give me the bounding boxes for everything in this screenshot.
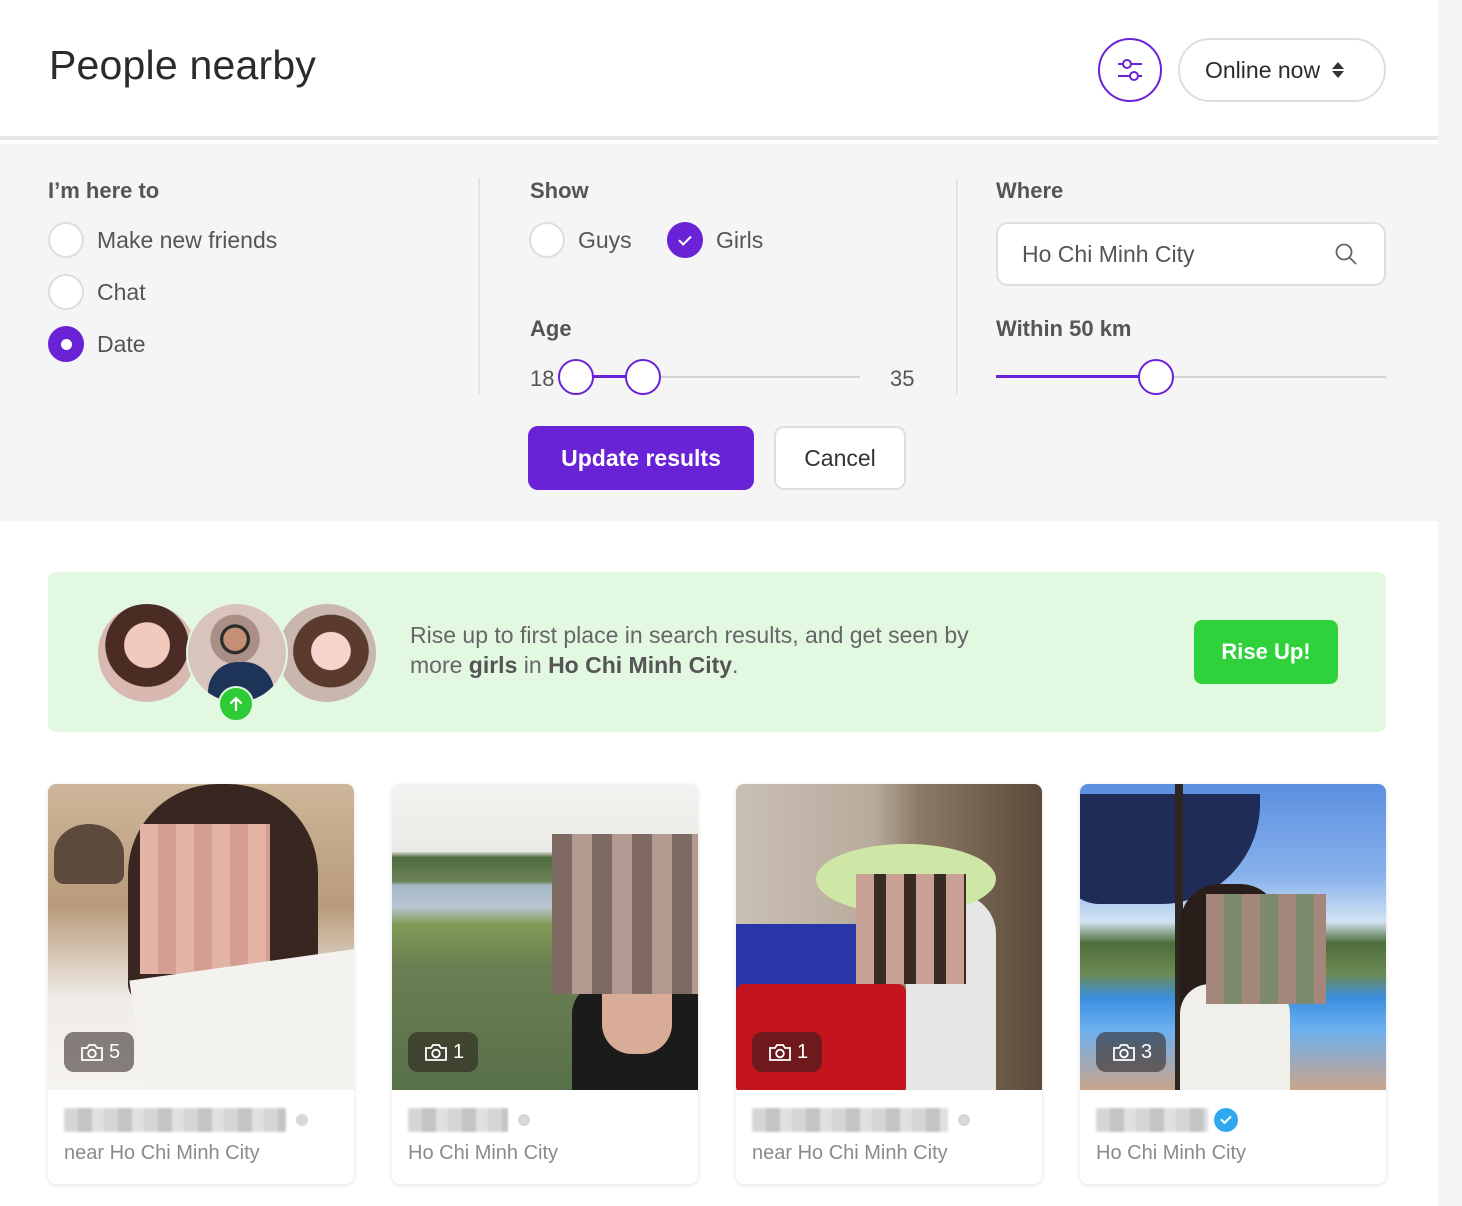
blurred-name [64, 1108, 286, 1132]
profile-location: Ho Chi Minh City [408, 1142, 559, 1164]
photo-count-badge: 3 [1096, 1032, 1167, 1072]
purpose-option-chat[interactable]: Chat [48, 274, 146, 310]
option-label: Chat [97, 278, 146, 305]
blurred-name [408, 1108, 508, 1132]
blurred-name [752, 1108, 948, 1132]
show-option-guys[interactable]: Guys [529, 222, 632, 258]
scrollbar-gutter[interactable] [1438, 0, 1462, 1206]
location-input[interactable] [1022, 240, 1322, 268]
sliders-icon [1118, 59, 1142, 81]
online-filter-value: Online now [1205, 56, 1321, 83]
header: People nearby Online now [0, 0, 1438, 140]
status-dot [958, 1114, 970, 1126]
radio-unchecked[interactable] [48, 222, 84, 258]
location-search-field[interactable] [996, 222, 1386, 286]
profile-name [408, 1106, 530, 1134]
filter-toggle-button[interactable] [1098, 38, 1162, 102]
column-divider [956, 178, 958, 394]
age-min-label: 18 [530, 366, 555, 391]
profile-name [1096, 1106, 1238, 1134]
avatar [96, 602, 198, 704]
camera-icon [425, 1044, 447, 1061]
column-divider [478, 178, 480, 394]
checkbox-checked[interactable] [667, 222, 703, 258]
purpose-option-make-new-friends[interactable]: Make new friends [48, 222, 277, 258]
age-label: Age [530, 316, 572, 341]
profile-card[interactable]: 3 Ho Chi Minh City [1080, 784, 1386, 1184]
photo-count-badge: 5 [64, 1032, 135, 1072]
status-dot [296, 1114, 308, 1126]
sort-arrows-icon [1332, 62, 1345, 78]
profile-photo[interactable]: 1 [392, 784, 698, 1090]
promo-text-part: in [517, 652, 549, 678]
profile-card[interactable]: 1 Ho Chi Minh City [392, 784, 698, 1184]
photo-count-badge: 1 [752, 1032, 823, 1072]
rise-up-button[interactable]: Rise Up! [1194, 620, 1338, 684]
avatar-group [96, 602, 386, 722]
blurred-name [1096, 1108, 1208, 1132]
show-option-girls[interactable]: Girls [667, 222, 763, 258]
promo-text-part: . [732, 652, 739, 678]
option-label: Girls [716, 226, 764, 253]
profile-card[interactable]: 1 near Ho Chi Minh City [736, 784, 1042, 1184]
distance-thumb[interactable] [1137, 359, 1174, 395]
radio-unchecked[interactable] [48, 274, 84, 310]
profile-photo[interactable]: 1 [736, 784, 1042, 1090]
option-label: Date [97, 330, 146, 357]
option-label: Make new friends [97, 226, 278, 253]
promo-city: Ho Chi Minh City [548, 652, 733, 678]
avatar [276, 602, 378, 704]
slider-fill [996, 375, 1156, 378]
distance-label: Within 50 km [996, 316, 1132, 341]
check-icon [678, 231, 692, 246]
cancel-button[interactable]: Cancel [774, 426, 906, 490]
photo-count: 1 [797, 1040, 809, 1063]
photo-count-badge: 1 [408, 1032, 479, 1072]
distance-slider[interactable] [996, 358, 1386, 396]
profile-photo[interactable]: 5 [48, 784, 354, 1090]
age-range-slider[interactable] [558, 358, 860, 396]
show-label: Show [530, 178, 589, 203]
profile-name [752, 1106, 970, 1134]
profile-photo[interactable]: 3 [1080, 784, 1386, 1090]
photo-count: 1 [453, 1040, 465, 1063]
profile-card[interactable]: 5 near Ho Chi Minh City [48, 784, 354, 1184]
age-min-thumb[interactable] [558, 359, 594, 395]
photo-count: 5 [109, 1040, 121, 1063]
where-label: Where [996, 178, 1064, 203]
checkbox-unchecked[interactable] [529, 222, 565, 258]
verified-badge-icon [1214, 1108, 1238, 1132]
camera-icon [769, 1044, 791, 1061]
arrow-up-icon [218, 686, 254, 722]
page-title: People nearby [49, 42, 317, 88]
camera-icon [81, 1044, 103, 1061]
rise-up-promo-banner: Rise up to first place in search results… [48, 572, 1386, 732]
profile-location: Ho Chi Minh City [1096, 1142, 1247, 1164]
camera-icon [1113, 1044, 1135, 1061]
profile-location: near Ho Chi Minh City [752, 1142, 948, 1164]
photo-count: 3 [1141, 1040, 1153, 1063]
option-label: Guys [578, 226, 632, 253]
promo-gender: girls [468, 652, 518, 678]
online-filter-select[interactable]: Online now [1178, 38, 1386, 102]
promo-message: Rise up to first place in search results… [410, 620, 990, 680]
update-results-button[interactable]: Update results [528, 426, 754, 490]
purpose-label: I’m here to [48, 178, 160, 203]
profile-location: near Ho Chi Minh City [64, 1142, 260, 1164]
radio-checked[interactable] [48, 326, 84, 362]
profile-name [64, 1106, 308, 1134]
page: People nearby Online now I’m here to Mak… [0, 0, 1438, 1206]
status-dot [518, 1114, 530, 1126]
purpose-option-date[interactable]: Date [48, 326, 146, 362]
age-max-thumb[interactable] [624, 359, 661, 395]
filter-panel: I’m here to Make new friends Chat Date S… [0, 144, 1438, 521]
search-icon[interactable] [1334, 242, 1358, 266]
age-max-label: 35 [890, 366, 915, 391]
